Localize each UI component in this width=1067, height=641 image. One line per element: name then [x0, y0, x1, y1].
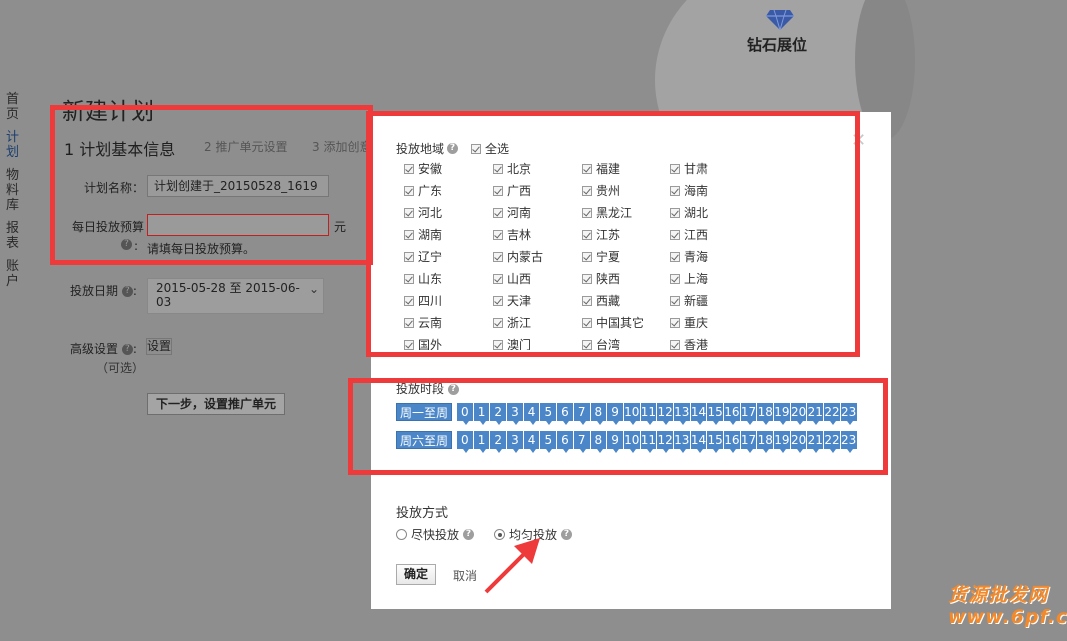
chevron-down-icon: ⌄	[308, 282, 319, 296]
annotation-box-regions	[366, 111, 860, 357]
mode-option-fast[interactable]: 尽快投放 ?	[396, 526, 475, 543]
advanced-label-text: 高级设置	[70, 342, 119, 356]
brand-name: 钻石展位	[747, 36, 808, 54]
annotation-box-time	[348, 378, 888, 475]
left-nav: 首页计划物料库报表账户	[6, 92, 24, 297]
nav-item[interactable]: 账户	[6, 259, 24, 289]
nav-item[interactable]: 报表	[6, 221, 24, 251]
confirm-button[interactable]: 确定	[396, 564, 436, 585]
help-icon[interactable]: ?	[561, 529, 573, 540]
colon: :	[132, 284, 137, 298]
advanced-label: 高级设置 ?:	[70, 340, 137, 357]
cancel-link[interactable]: 取消	[453, 567, 477, 584]
annotation-arrow-icon	[484, 538, 540, 594]
annotation-box-basic-info	[50, 105, 373, 265]
watermark-line1: 货源批发网	[948, 584, 1049, 606]
date-range-select[interactable]: 2015-05-28 至 2015-06-03 ⌄	[147, 278, 324, 314]
mode-option-label: 尽快投放	[411, 528, 460, 542]
date-label-text: 投放日期	[70, 284, 119, 298]
help-icon[interactable]: ?	[463, 529, 475, 540]
watermark: 货源批发网 www.6pf.cn	[948, 584, 1067, 628]
date-range-value: 2015-05-28 至 2015-06-03	[156, 281, 300, 309]
nav-item[interactable]: 物料库	[6, 168, 24, 213]
colon: :	[132, 342, 137, 356]
help-icon[interactable]: ?	[121, 344, 133, 355]
watermark-line2: www.6pf.cn	[948, 606, 1067, 628]
mode-title: 投放方式	[396, 506, 449, 521]
date-label: 投放日期 ?:	[70, 282, 137, 299]
nav-item[interactable]: 计划	[6, 130, 24, 160]
advanced-optional: （可选）	[96, 361, 145, 375]
diamond-icon	[766, 9, 794, 30]
help-icon[interactable]: ?	[121, 286, 133, 297]
next-step-button[interactable]: 下一步，设置推广单元	[147, 393, 285, 415]
advanced-settings-link[interactable]: 设置	[146, 338, 172, 355]
radio-icon	[396, 529, 407, 540]
nav-item[interactable]: 首页	[6, 92, 24, 122]
